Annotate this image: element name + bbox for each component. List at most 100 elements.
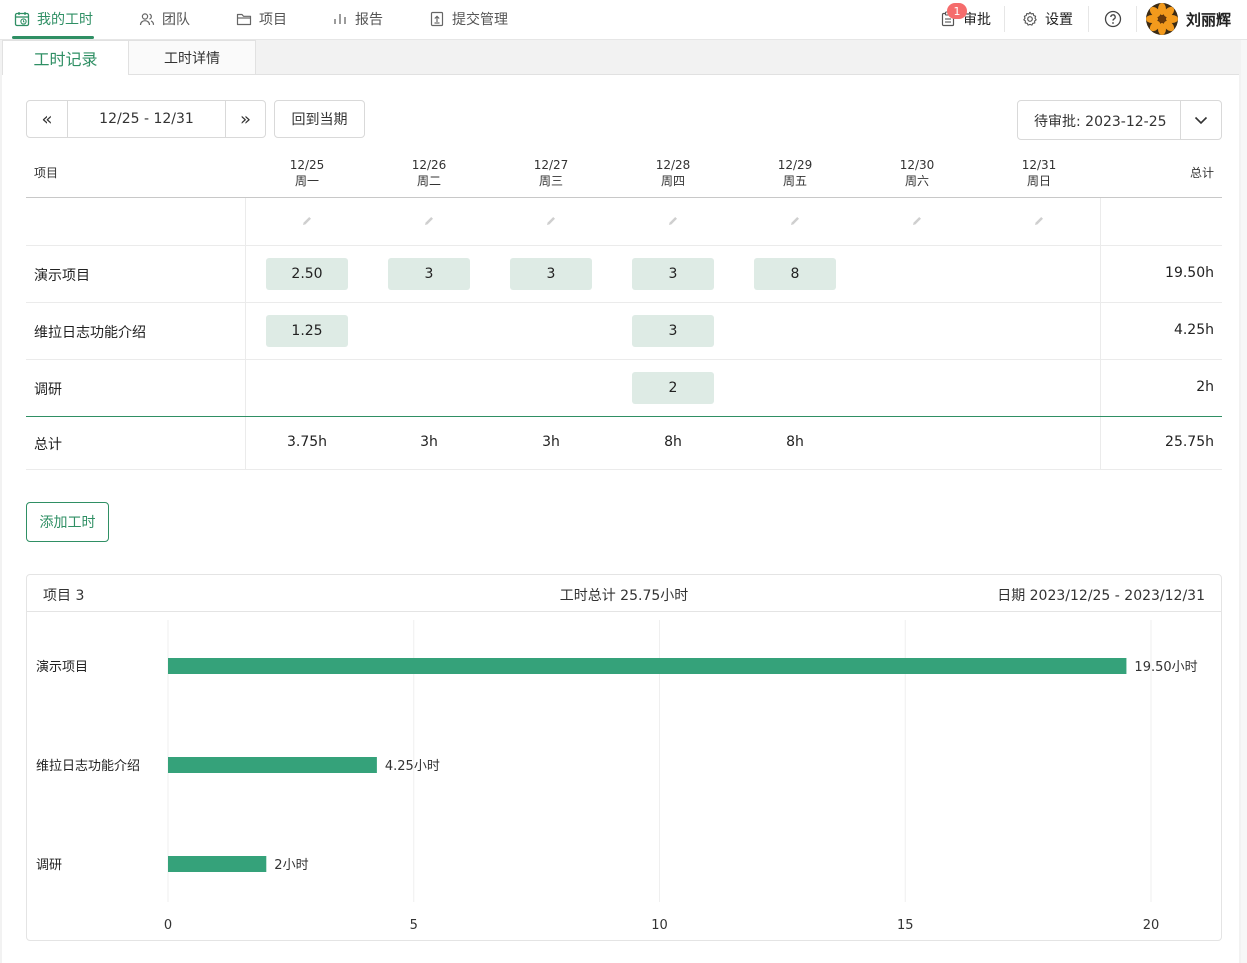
avatar[interactable] (1146, 3, 1178, 35)
next-week-button[interactable]: » (225, 101, 265, 137)
gear-icon (1023, 11, 1037, 26)
bar[interactable] (168, 757, 377, 773)
pencil-icon (303, 217, 311, 225)
back-to-current-button[interactable]: 回到当期 (274, 100, 365, 138)
active-nav-indicator (12, 36, 94, 39)
edit-day-button[interactable] (667, 215, 679, 227)
nav-label: 团队 (162, 12, 190, 28)
week-range[interactable]: 12/25 - 12/31 (68, 101, 225, 137)
bar[interactable] (168, 856, 267, 872)
day-weekday: 周四 (660, 174, 685, 188)
x-tick-label: 5 (410, 918, 418, 933)
hours-bar-chart: 0 5 10 15 20 演示项目 19.50小时维拉日志功能介绍 4.25小时调研 2小时 (36, 620, 1198, 933)
folder-icon (236, 13, 252, 26)
hours-cell[interactable]: 3 (632, 258, 714, 290)
bar-value-label: 2小时 (274, 858, 308, 873)
settings-label: 设置 (1045, 12, 1073, 28)
day-weekday: 周五 (782, 174, 807, 188)
day-header: 12/28 周四 (632, 157, 714, 189)
day-header: 12/29 周五 (754, 157, 836, 189)
calendar-clock-icon (14, 12, 30, 27)
double-chevron-left-icon: « (41, 108, 53, 130)
top-nav-bar: 我的工时 团队 项目 报告 提交管理 审批 1 设置 刘丽辉 (0, 0, 1247, 40)
project-name: 演示项目 (34, 268, 90, 284)
bar-chart-icon (334, 14, 346, 24)
edit-day-button[interactable] (911, 215, 923, 227)
hours-cell[interactable]: 1.25 (266, 315, 348, 347)
chevron-down-icon (1194, 116, 1208, 125)
day-weekday: 周二 (416, 174, 441, 188)
edit-day-button[interactable] (301, 215, 313, 227)
hours-cell[interactable]: 2.50 (266, 258, 348, 290)
project-name: 维拉日志功能介绍 (34, 325, 146, 341)
hours-cell[interactable]: 8 (754, 258, 836, 290)
user-name[interactable]: 刘丽辉 (1186, 0, 1231, 38)
tab-time-records[interactable]: 工时记录 (2, 40, 129, 75)
edit-day-button[interactable] (1033, 215, 1045, 227)
sum-row-label: 总计 (34, 437, 62, 453)
pencil-icon (913, 217, 921, 225)
summary-divider (26, 416, 1222, 417)
summary-chart-card: 项目 3 工时总计 25.75小时 日期 2023/12/25 - 2023/1… (26, 574, 1222, 941)
row-divider (26, 359, 1222, 360)
bar[interactable] (168, 658, 1127, 674)
chart-summary-header: 项目 3 工时总计 25.75小时 日期 2023/12/25 - 2023/1… (27, 575, 1221, 612)
hours-cell[interactable]: 3 (388, 258, 470, 290)
day-header: 12/26 周二 (388, 157, 470, 189)
hours-cell[interactable]: 3 (632, 315, 714, 347)
select-divider (1180, 101, 1181, 139)
column-divider (245, 198, 246, 469)
nav-label: 提交管理 (452, 12, 508, 28)
day-header: 12/27 周三 (510, 157, 592, 189)
day-sum: 3h (420, 434, 438, 450)
help-icon (1104, 10, 1122, 28)
pencil-icon (1035, 217, 1043, 225)
prev-week-button[interactable]: « (27, 101, 68, 137)
scrollbar[interactable] (1241, 40, 1247, 963)
pending-approval-select[interactable]: 待审批: 2023-12-25 (1017, 100, 1222, 140)
double-chevron-right-icon: » (239, 108, 251, 130)
nav-projects[interactable]: 项目 (236, 0, 287, 38)
edit-day-button[interactable] (423, 215, 435, 227)
avatar-flower-icon (1146, 3, 1178, 35)
day-sum: 3h (542, 434, 560, 450)
day-date: 12/27 (533, 158, 569, 172)
nav-reports[interactable]: 报告 (332, 0, 383, 38)
hours-cell[interactable]: 3 (510, 258, 592, 290)
submit-doc-icon (430, 11, 444, 27)
day-weekday: 周六 (904, 174, 929, 188)
hours-cell[interactable]: 2 (632, 372, 714, 404)
x-tick-label: 15 (897, 918, 914, 933)
x-tick-label: 0 (164, 918, 172, 933)
users-icon (139, 13, 155, 26)
row-total: 2h (1196, 379, 1214, 395)
tab-time-details[interactable]: 工时详情 (128, 40, 256, 75)
day-weekday: 周三 (538, 174, 563, 188)
row-divider (26, 469, 1222, 470)
bar-value-label: 4.25小时 (385, 759, 440, 774)
row-divider (26, 245, 1222, 246)
approval-count-badge: 1 (947, 3, 967, 19)
x-tick-label: 20 (1143, 918, 1160, 933)
day-date: 12/30 (899, 158, 935, 172)
row-total: 4.25h (1173, 322, 1214, 338)
project-name: 调研 (34, 382, 62, 398)
nav-my-timesheet[interactable]: 我的工时 (14, 0, 93, 38)
edit-day-button[interactable] (545, 215, 557, 227)
nav-settings[interactable]: 设置 (1022, 0, 1073, 38)
day-header: 12/31 周日 (998, 157, 1080, 189)
category-label: 调研 (36, 858, 62, 873)
nav-divider (1088, 6, 1089, 32)
help-button[interactable] (1104, 0, 1122, 38)
add-hours-button[interactable]: 添加工时 (26, 502, 109, 542)
day-weekday: 周一 (294, 174, 319, 188)
approval-label: 审批 (963, 12, 991, 28)
date-range: 日期 2023/12/25 - 2023/12/31 (997, 588, 1205, 604)
week-navigator: « 12/25 - 12/31 » (26, 100, 266, 138)
nav-team[interactable]: 团队 (139, 0, 190, 38)
header-divider (26, 197, 1222, 198)
day-date: 12/31 (1021, 158, 1057, 172)
nav-submission-management[interactable]: 提交管理 (429, 0, 508, 38)
edit-day-button[interactable] (789, 215, 801, 227)
category-label: 演示项目 (36, 659, 88, 675)
